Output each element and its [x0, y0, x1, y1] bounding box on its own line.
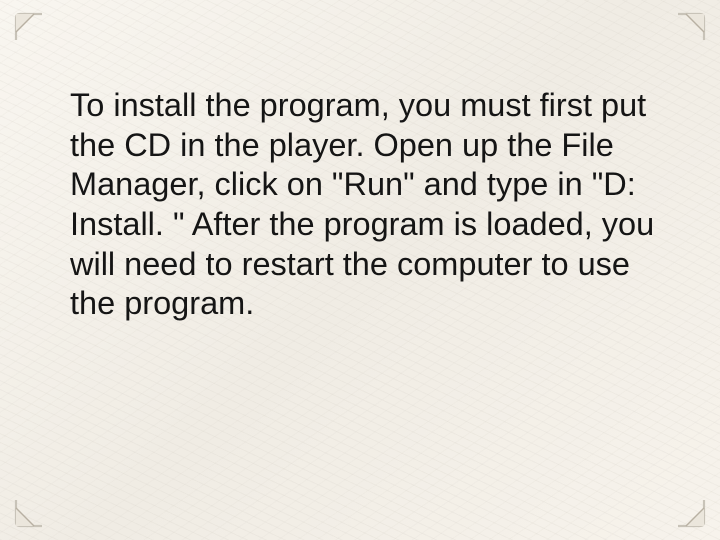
corner-fold-icon	[654, 12, 706, 64]
corner-fold-icon	[14, 476, 66, 528]
body-text: To install the program, you must first p…	[70, 86, 662, 324]
corner-fold-icon	[14, 12, 66, 64]
slide-content: To install the program, you must first p…	[70, 86, 662, 324]
corner-fold-icon	[654, 476, 706, 528]
